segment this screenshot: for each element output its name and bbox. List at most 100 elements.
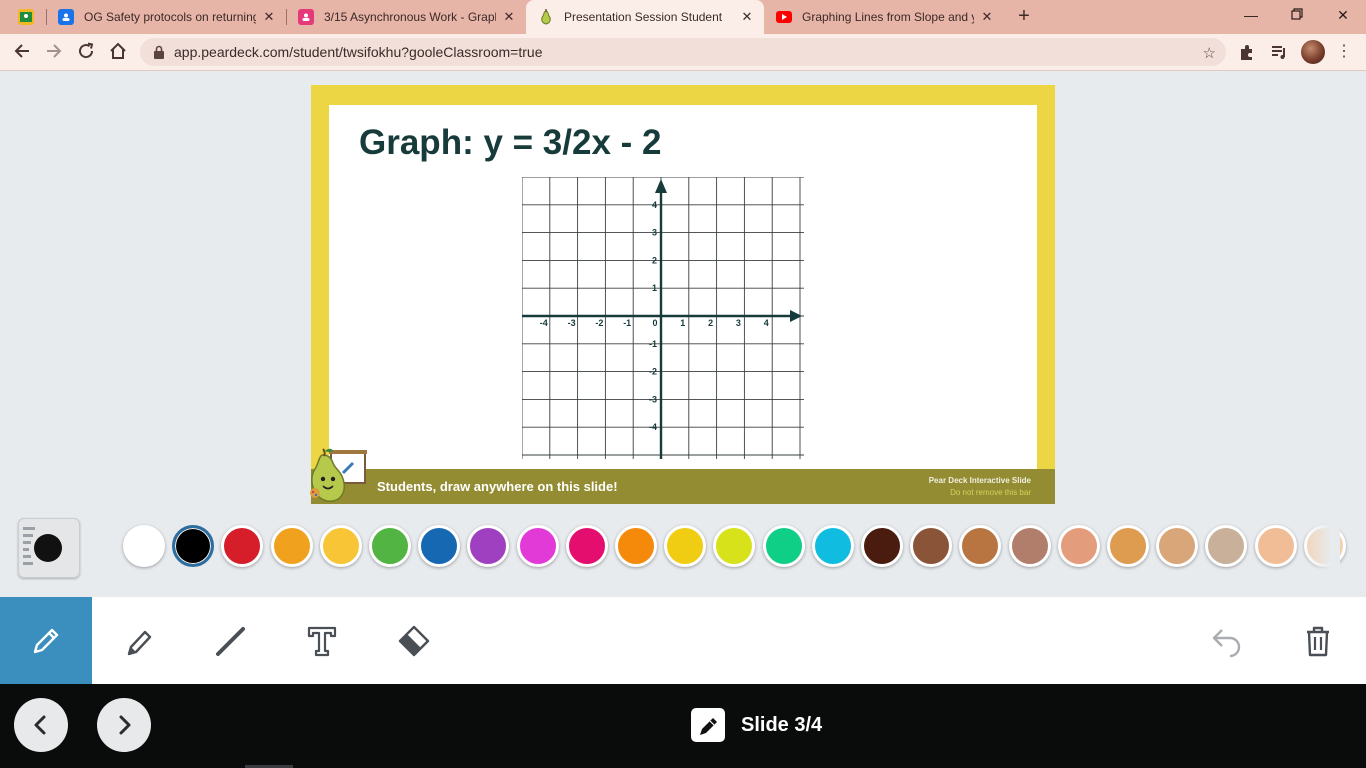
pencil-tool-button[interactable] xyxy=(0,597,92,684)
slides-icon xyxy=(298,9,314,25)
color-swatch[interactable] xyxy=(1008,525,1051,567)
color-swatch[interactable] xyxy=(1107,525,1149,567)
color-swatch[interactable] xyxy=(1254,525,1297,567)
text-icon xyxy=(307,626,337,656)
tab-label: Graphing Lines from Slope and y xyxy=(802,10,974,24)
color-swatch[interactable] xyxy=(123,525,165,567)
brush-size-dot xyxy=(34,534,62,562)
browser-tab-strip: OG Safety protocols on returning ✕ 3/15 … xyxy=(0,0,1366,34)
tab-label: OG Safety protocols on returning xyxy=(84,10,256,24)
brush-size-picker[interactable] xyxy=(18,518,80,578)
eraser-icon xyxy=(398,625,430,656)
marker-icon xyxy=(127,630,152,655)
slide-navigation-bar: Slide 3/4 xyxy=(0,684,1366,768)
arrow-right-icon xyxy=(47,44,62,58)
y-tick-label: -2 xyxy=(649,367,657,377)
line-tool-button[interactable] xyxy=(184,597,276,684)
color-swatch[interactable] xyxy=(959,525,1002,567)
x-tick-label: 4 xyxy=(764,318,769,328)
text-tool-button[interactable] xyxy=(276,597,368,684)
x-tick-label: -4 xyxy=(540,318,548,328)
arrow-left-icon xyxy=(14,44,29,58)
media-queue-icon[interactable] xyxy=(1270,43,1288,61)
extensions-puzzle-icon[interactable] xyxy=(1238,43,1256,61)
tab-presentation-session[interactable]: Presentation Session Student ✕ xyxy=(526,0,764,34)
new-tab-button[interactable]: + xyxy=(1014,6,1034,27)
slide-content: Graph: y = 3/2x - 2 -4 -3 -2 -1 0 1 2 3 4 4 3 2 1 -1-… xyxy=(329,105,1037,470)
close-icon[interactable]: ✕ xyxy=(502,10,516,24)
chevron-right-icon xyxy=(119,715,131,735)
color-swatch[interactable] xyxy=(1057,525,1100,567)
browser-toolbar: app.peardeck.com/student/twsifokhu?goole… xyxy=(0,34,1366,71)
color-swatch[interactable] xyxy=(615,525,657,567)
y-tick-label: 2 xyxy=(652,255,657,265)
close-icon[interactable]: ✕ xyxy=(980,10,994,24)
color-swatch[interactable] xyxy=(910,525,953,567)
forward-button[interactable] xyxy=(44,42,64,62)
y-tick-label: -1 xyxy=(649,339,657,349)
youtube-icon xyxy=(776,11,792,23)
color-swatch[interactable] xyxy=(762,525,805,567)
slide-instruction-text: Students, draw anywhere on this slide! xyxy=(377,479,618,494)
x-tick-label: 1 xyxy=(680,318,685,328)
color-swatch[interactable] xyxy=(172,525,215,567)
profile-avatar[interactable] xyxy=(1301,40,1325,64)
slide-canvas[interactable]: Graph: y = 3/2x - 2 -4 -3 -2 -1 0 1 2 3 4 4 3 2 1 -1-… xyxy=(310,85,1055,504)
minimize-button[interactable]: — xyxy=(1236,5,1266,25)
pencil-icon xyxy=(33,628,59,653)
color-swatch[interactable] xyxy=(811,525,854,567)
color-swatch[interactable] xyxy=(270,525,313,567)
x-tick-label: -3 xyxy=(568,318,576,328)
pear-deck-brand: Pear Deck Interactive Slide Do not remov… xyxy=(929,475,1031,499)
address-bar[interactable]: app.peardeck.com/student/twsifokhu?goole… xyxy=(140,38,1226,66)
color-swatch[interactable] xyxy=(1156,525,1199,567)
undo-icon xyxy=(1212,628,1241,657)
color-swatch[interactable] xyxy=(861,525,903,567)
bookmark-star-icon[interactable]: ☆ xyxy=(1203,44,1216,62)
y-tick-label: 3 xyxy=(652,228,657,238)
tab-asynchronous-work[interactable]: 3/15 Asynchronous Work - Graph ✕ xyxy=(288,0,526,34)
y-tick-label: 4 xyxy=(652,200,657,210)
url-text: app.peardeck.com/student/twsifokhu?goole… xyxy=(174,44,543,60)
undo-button[interactable] xyxy=(1181,597,1273,684)
tab-separator xyxy=(286,9,287,25)
slide-indicator: Slide 3/4 xyxy=(691,708,822,742)
color-swatch[interactable] xyxy=(319,525,362,567)
more-menu-icon[interactable]: ⋮ xyxy=(1336,43,1352,61)
color-swatch[interactable] xyxy=(418,525,461,567)
color-swatch[interactable] xyxy=(221,525,264,567)
eraser-tool-button[interactable] xyxy=(368,597,460,684)
color-swatch[interactable] xyxy=(467,525,510,567)
palette-fade xyxy=(1300,520,1340,575)
color-swatch[interactable] xyxy=(565,525,608,567)
x-tick-label: 3 xyxy=(736,318,741,328)
reload-button[interactable] xyxy=(76,42,96,62)
previous-slide-button[interactable] xyxy=(14,698,68,752)
back-button[interactable] xyxy=(12,42,32,62)
draw-slide-icon xyxy=(691,708,725,742)
close-icon[interactable]: ✕ xyxy=(262,10,276,24)
y-axis-arrow xyxy=(655,179,667,193)
coordinate-grid: -4 -3 -2 -1 0 1 2 3 4 4 3 2 1 -1 -2 -3 -4 xyxy=(522,177,804,459)
tab-classroom[interactable] xyxy=(10,0,50,34)
close-window-button[interactable]: ✕ xyxy=(1328,5,1358,25)
restore-button[interactable] xyxy=(1282,5,1312,25)
delete-button[interactable] xyxy=(1272,597,1364,684)
tab-safety-protocols[interactable]: OG Safety protocols on returning ✕ xyxy=(48,0,286,34)
brand-line-1: Pear Deck Interactive Slide xyxy=(928,476,1031,485)
line-icon xyxy=(216,626,245,656)
y-tick-label: -4 xyxy=(649,422,657,432)
color-swatch[interactable] xyxy=(1205,525,1248,567)
color-swatch[interactable] xyxy=(516,525,559,567)
google-classroom-icon xyxy=(18,9,34,25)
close-icon[interactable]: ✕ xyxy=(740,10,754,24)
slide-counter: Slide 3/4 xyxy=(741,713,823,736)
tab-graphing-lines[interactable]: Graphing Lines from Slope and y ✕ xyxy=(766,0,1004,34)
home-button[interactable] xyxy=(108,42,128,62)
color-swatch[interactable] xyxy=(713,525,756,567)
color-swatch[interactable] xyxy=(369,525,411,567)
color-swatch[interactable] xyxy=(664,525,707,567)
lock-icon xyxy=(154,45,164,59)
next-slide-button[interactable] xyxy=(97,698,151,752)
marker-tool-button[interactable] xyxy=(92,597,184,684)
